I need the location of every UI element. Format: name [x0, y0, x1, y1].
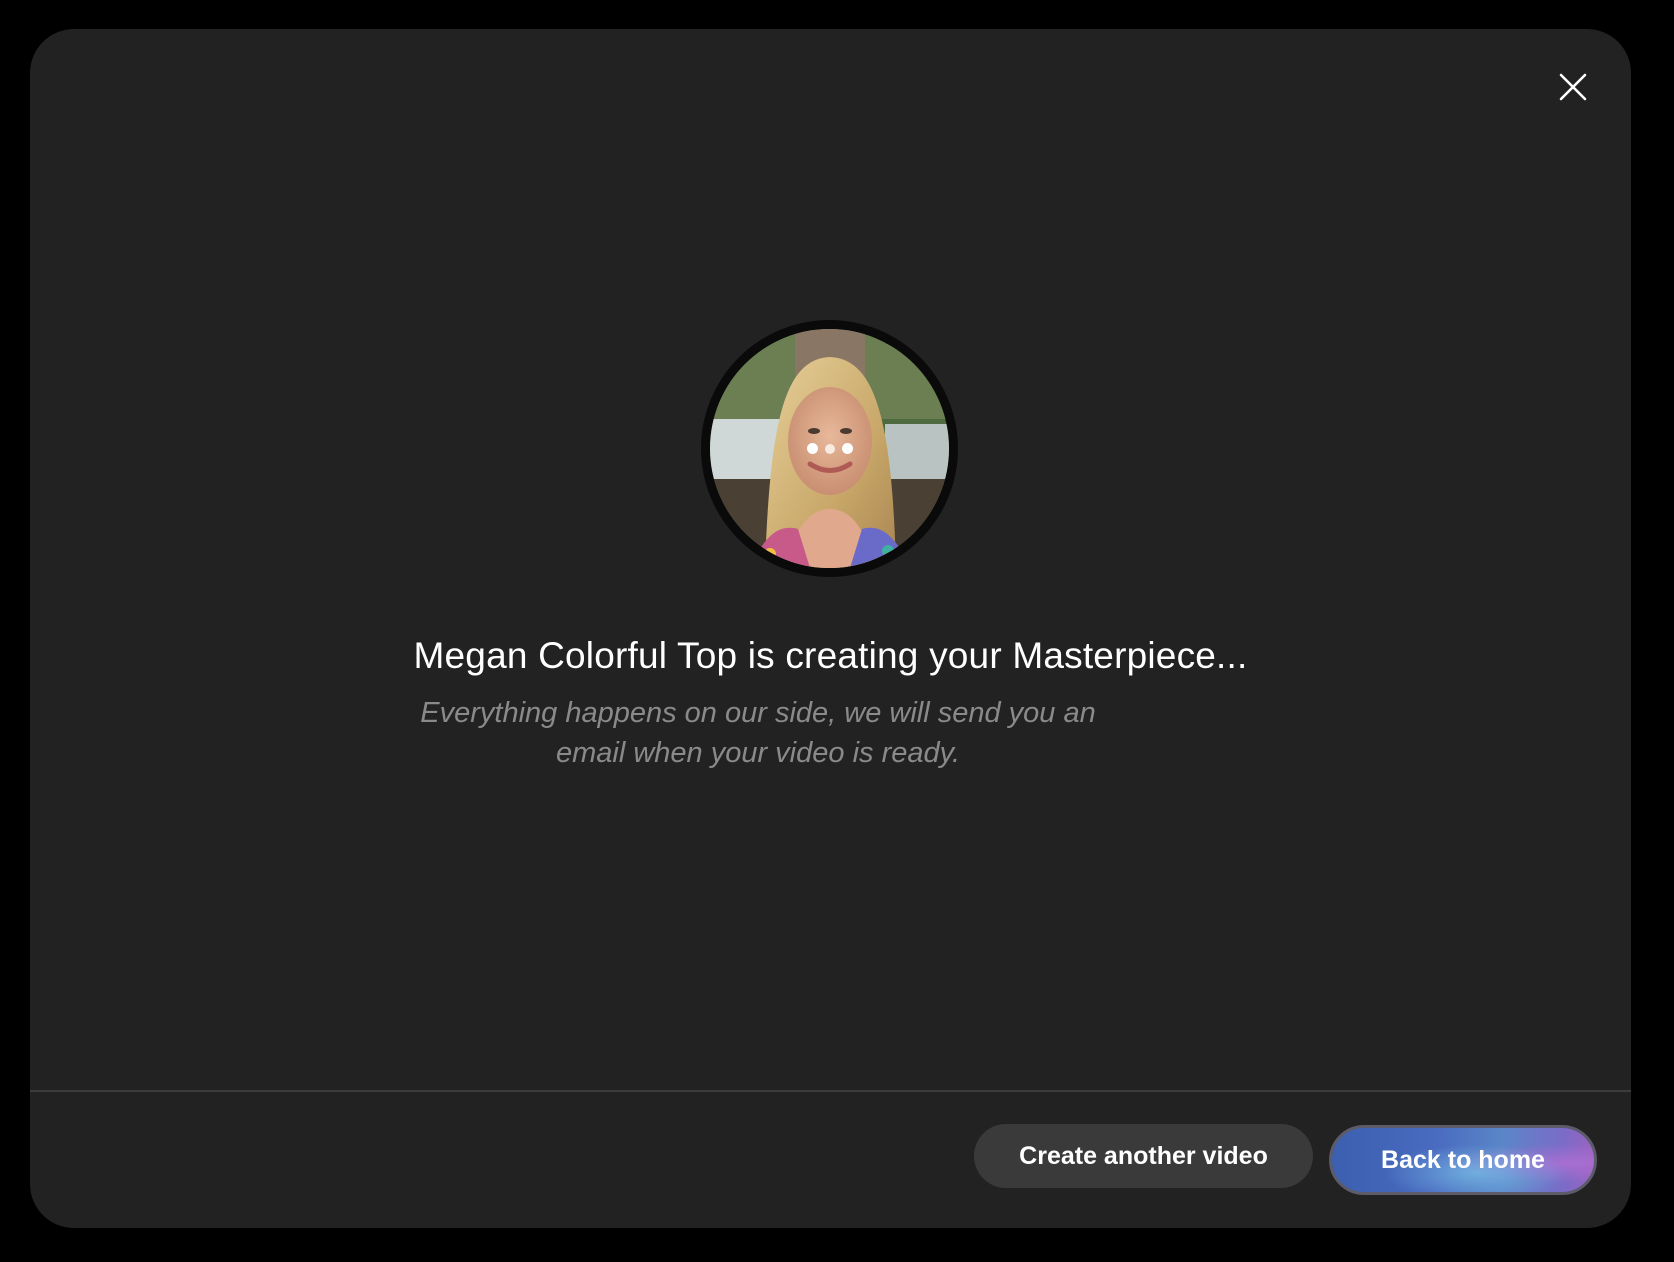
progress-modal: Megan Colorful Top is creating your Mast… [30, 29, 1631, 1228]
close-icon [1559, 73, 1587, 101]
close-button[interactable] [1555, 69, 1591, 105]
loading-dot [824, 443, 835, 454]
modal-title: Megan Colorful Top is creating your Mast… [413, 635, 1248, 676]
back-to-home-button[interactable]: Back to home [1329, 1125, 1597, 1195]
footer-divider [30, 1090, 1631, 1092]
loading-dot [841, 443, 853, 454]
loading-dots-icon [701, 320, 958, 577]
loading-dot [806, 443, 818, 454]
modal-subtitle: Everything happens on our side, we will … [420, 697, 1096, 769]
avatar-ring [701, 320, 958, 577]
create-another-video-button[interactable]: Create another video [974, 1124, 1313, 1188]
